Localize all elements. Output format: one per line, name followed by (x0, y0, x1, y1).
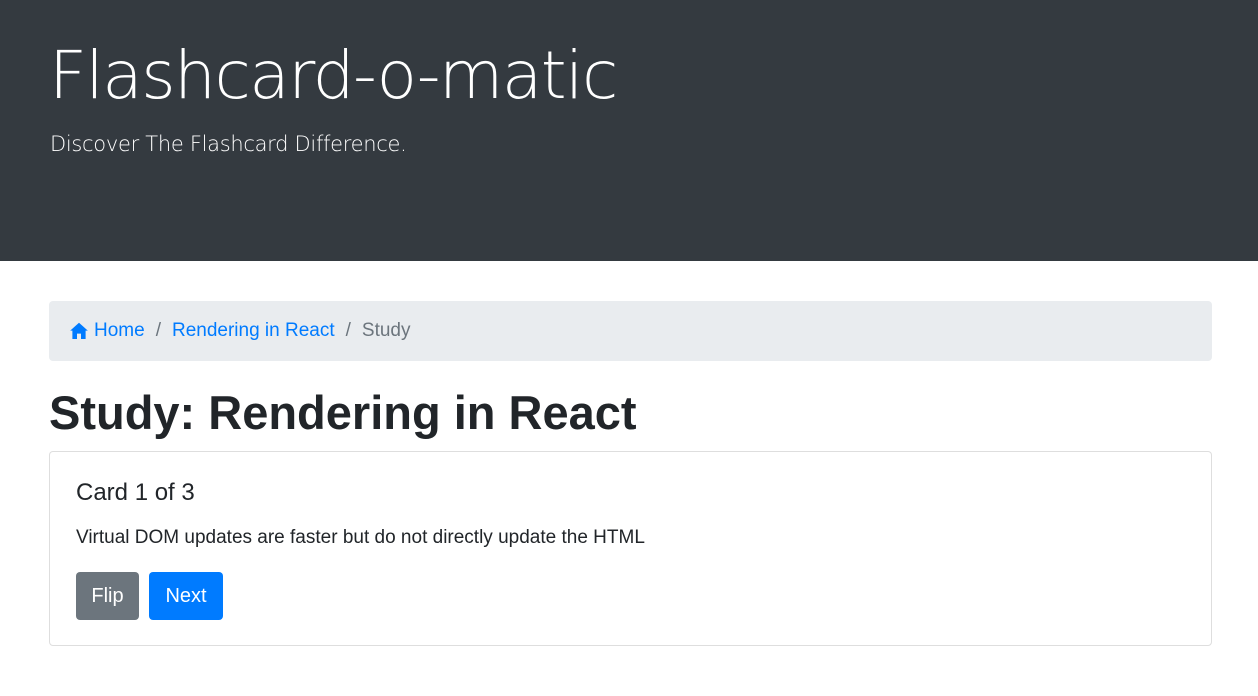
house-icon (69, 321, 89, 341)
breadcrumb-home-link[interactable]: Home (69, 320, 145, 342)
flip-button[interactable]: Flip (76, 572, 139, 620)
header-jumbotron: Flashcard-o-matic Discover The Flashcard… (0, 0, 1258, 261)
breadcrumb: Home / Rendering in React / Study (49, 301, 1212, 361)
card-counter: Card 1 of 3 (76, 479, 195, 506)
breadcrumb-separator: / (345, 320, 351, 341)
breadcrumb-home-label: Home (94, 320, 145, 341)
breadcrumb-deck-link[interactable]: Rendering in React (172, 320, 335, 342)
breadcrumb-current: Study (361, 320, 411, 341)
breadcrumb-separator: / (155, 320, 161, 341)
page-title: Study: Rendering in React (49, 386, 637, 439)
app-tagline: Discover The Flashcard Difference. (50, 132, 407, 156)
card-front-text: Virtual DOM updates are faster but do no… (76, 527, 645, 548)
app-title: Flashcard-o-matic (49, 37, 618, 114)
next-button[interactable]: Next (149, 572, 223, 620)
flashcard: Card 1 of 3 Virtual DOM updates are fast… (49, 451, 1212, 646)
